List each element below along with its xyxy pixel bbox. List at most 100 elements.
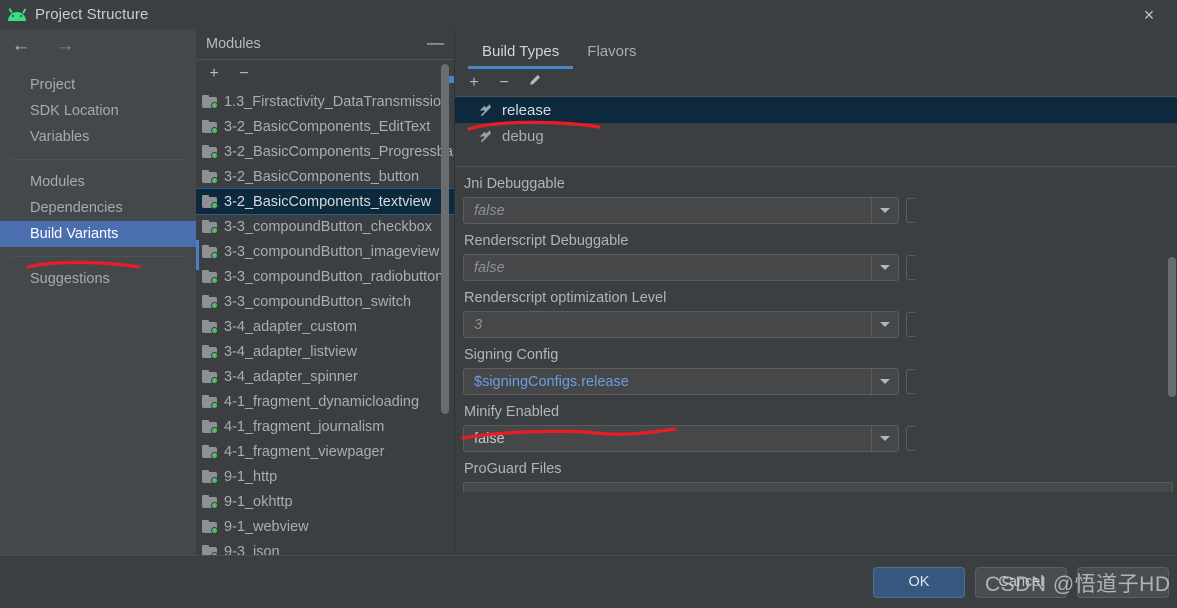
field-combobox[interactable]: false [463, 425, 899, 452]
field-extra-button[interactable] [906, 426, 915, 451]
scroll-marker-icon [449, 76, 454, 83]
field-value: 3 [474, 316, 483, 333]
field-combobox[interactable]: false [463, 254, 899, 281]
build-variants-content: Build Types Flavors + − release debug Jn… [455, 29, 1177, 608]
module-list-item[interactable]: 3-3_compoundButton_checkbox [196, 214, 454, 239]
module-label: 9-1_webview [224, 518, 309, 535]
window-titlebar: Project Structure × [0, 0, 1177, 29]
proguard-files-label: ProGuard Files [464, 461, 562, 477]
module-label: 3-2_BasicComponents_button [224, 168, 420, 185]
sidebar-item-modules[interactable]: Modules [0, 169, 196, 195]
build-type-fields: Jni Debuggable false Renderscript Debuggab… [455, 176, 1177, 492]
field-combobox[interactable]: false [463, 197, 899, 224]
sidebar-item-suggestions[interactable]: Suggestions [0, 266, 196, 292]
modules-vertical-scrollbar[interactable] [441, 64, 449, 414]
module-folder-icon [202, 420, 218, 434]
module-folder-icon [202, 470, 218, 484]
android-icon [7, 6, 27, 24]
sidebar-item-project[interactable]: Project [0, 72, 196, 98]
modules-panel: Modules — + − 1.3_Firstactivity_DataTran… [196, 29, 455, 608]
field-extra-button[interactable] [906, 198, 915, 223]
chevron-down-icon[interactable] [871, 198, 898, 223]
field-row: false [463, 425, 1177, 452]
module-label: 3-4_adapter_spinner [224, 368, 358, 385]
field-combobox[interactable]: $signingConfigs.release [463, 368, 899, 395]
modules-toolbar: + − [196, 60, 454, 88]
chevron-down-icon[interactable] [871, 255, 898, 280]
sidebar-item-dependencies[interactable]: Dependencies [0, 195, 196, 221]
sidebar-item-build-variants[interactable]: Build Variants [0, 221, 196, 247]
module-list-item[interactable]: 4-1_fragment_journalism [196, 414, 454, 439]
module-label: 4-1_fragment_journalism [224, 418, 385, 435]
module-folder-icon [202, 195, 218, 209]
ok-button[interactable]: OK [873, 566, 965, 598]
module-list-item[interactable]: 3-2_BasicComponents_button [196, 164, 454, 189]
content-tabs: Build Types Flavors [455, 29, 1177, 69]
module-label: 1.3_Firstactivity_DataTransmission [224, 93, 450, 110]
chevron-down-icon[interactable] [871, 312, 898, 337]
module-list-item[interactable]: 3-2_BasicComponents_EditText [196, 114, 454, 139]
module-list-item[interactable]: 9-1_webview [196, 514, 454, 539]
content-vertical-scrollbar[interactable] [1168, 257, 1176, 397]
module-label: 3-3_compoundButton_checkbox [224, 218, 432, 235]
forward-arrow-icon[interactable]: → [52, 35, 78, 57]
back-arrow-icon[interactable]: ← [8, 35, 34, 57]
collapse-icon[interactable]: — [427, 34, 444, 55]
module-list-item[interactable]: 4-1_fragment_dynamicloading [196, 389, 454, 414]
module-list-item[interactable]: 1.3_Firstactivity_DataTransmission [196, 89, 454, 114]
module-folder-icon [202, 495, 218, 509]
module-label: 3-2_BasicComponents_EditText [224, 118, 431, 135]
remove-module-button[interactable]: − [237, 66, 251, 82]
nav-divider-1 [12, 159, 184, 160]
build-types-toolbar: + − [455, 69, 1177, 97]
proguard-files-input[interactable] [463, 482, 1173, 492]
build-type-row-release[interactable]: release [455, 97, 1177, 123]
build-types-list[interactable]: release debug [455, 97, 1177, 149]
module-list-item[interactable]: 3-3_compoundButton_switch [196, 289, 454, 314]
tab-flavors[interactable]: Flavors [573, 43, 650, 69]
field-label: Renderscript Debuggable [464, 233, 629, 249]
close-icon[interactable]: × [1127, 0, 1171, 29]
build-type-row-debug[interactable]: debug [455, 123, 1177, 149]
build-type-label: release [502, 101, 552, 119]
module-list-item[interactable]: 3-3_compoundButton_imageview [196, 239, 454, 264]
tab-label: Flavors [587, 43, 637, 60]
module-folder-icon [202, 520, 218, 534]
module-label: 9-1_okhttp [224, 493, 293, 510]
module-list-item[interactable]: 3-4_adapter_custom [196, 314, 454, 339]
add-module-button[interactable]: + [207, 66, 221, 82]
field-group: Renderscript Debuggable false [463, 233, 1177, 281]
modules-list[interactable]: 1.3_Firstactivity_DataTransmission 3-2_Ba… [196, 89, 454, 566]
sidebar-item-label: Build Variants [30, 226, 119, 242]
module-label: 3-2_BasicComponents_textview [224, 193, 432, 210]
sidebar-item-sdk-location[interactable]: SDK Location [0, 98, 196, 124]
field-combobox[interactable]: 3 [463, 311, 899, 338]
module-list-item[interactable]: 3-2_BasicComponents_Progressbar [196, 139, 454, 164]
module-list-item[interactable]: 3-4_adapter_spinner [196, 364, 454, 389]
module-folder-icon [202, 145, 218, 159]
proguard-files-group: ProGuard Files [463, 461, 1177, 492]
sidebar-item-label: Project [30, 77, 76, 93]
field-extra-button[interactable] [906, 255, 915, 280]
module-list-item[interactable]: 3-3_compoundButton_radiobutton [196, 264, 454, 289]
hammer-icon [477, 102, 493, 118]
modules-panel-header: Modules — [196, 29, 454, 60]
add-build-type-button[interactable]: + [467, 74, 481, 91]
sidebar-item-variables[interactable]: Variables [0, 124, 196, 150]
module-list-item[interactable]: 4-1_fragment_viewpager [196, 439, 454, 464]
chevron-down-icon[interactable] [871, 426, 898, 451]
edit-pencil-icon[interactable] [527, 73, 541, 92]
module-list-item[interactable]: 9-1_http [196, 464, 454, 489]
module-list-item[interactable]: 9-1_okhttp [196, 489, 454, 514]
nav-list: Project SDK Location Variables Modules D… [0, 62, 196, 292]
chevron-down-icon[interactable] [871, 369, 898, 394]
remove-build-type-button[interactable]: − [497, 74, 511, 91]
module-folder-icon [202, 320, 218, 334]
field-extra-button[interactable] [906, 369, 915, 394]
tab-build-types[interactable]: Build Types [468, 43, 574, 69]
module-label: 4-1_fragment_viewpager [224, 443, 385, 460]
tab-label: Build Types [482, 43, 560, 60]
module-list-item[interactable]: 3-4_adapter_listview [196, 339, 454, 364]
module-list-item[interactable]: 3-2_BasicComponents_textview [196, 188, 454, 215]
field-extra-button[interactable] [906, 312, 915, 337]
